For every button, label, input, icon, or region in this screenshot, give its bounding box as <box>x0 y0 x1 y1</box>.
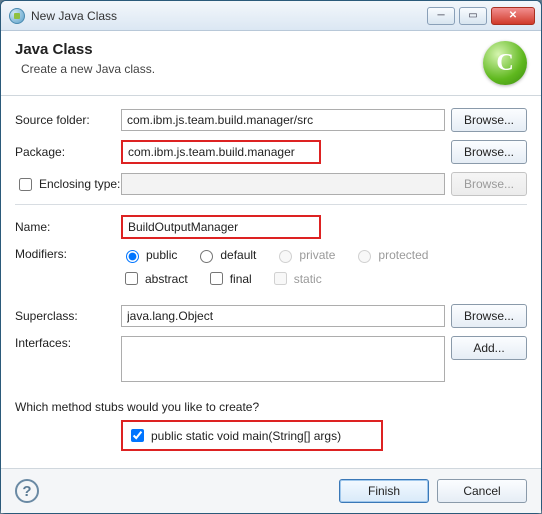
package-input[interactable] <box>121 140 321 164</box>
header-text: Java Class Create a new Java class. <box>15 41 483 76</box>
label-enclosing: Enclosing type: <box>39 177 120 191</box>
label-modifiers: Modifiers: <box>15 247 121 261</box>
titlebar[interactable]: New Java Class ─ ▭ ✕ <box>1 1 541 31</box>
source-folder-input[interactable] <box>121 109 445 131</box>
interfaces-list[interactable] <box>121 336 445 382</box>
label-interfaces: Interfaces: <box>15 336 121 350</box>
enclosing-checkbox[interactable] <box>19 178 32 191</box>
row-package: Package: Browse... <box>15 140 527 164</box>
radio-private-input <box>279 250 292 263</box>
main-stub-label: public static void main(String[] args) <box>151 429 341 443</box>
browse-package-button[interactable]: Browse... <box>451 140 527 164</box>
radio-protected: protected <box>353 247 428 263</box>
row-name: Name: <box>15 215 527 239</box>
check-abstract[interactable]: abstract <box>121 269 188 288</box>
row-modifiers: Modifiers: public default private protec… <box>15 247 527 288</box>
row-superclass: Superclass: Browse... <box>15 304 527 328</box>
row-source-folder: Source folder: Browse... <box>15 108 527 132</box>
check-static: static <box>270 269 322 288</box>
cancel-button[interactable]: Cancel <box>437 479 527 503</box>
dialog-header: Java Class Create a new Java class. C <box>1 31 541 96</box>
radio-default-input[interactable] <box>200 250 213 263</box>
label-source-folder: Source folder: <box>15 113 121 127</box>
header-desc: Create a new Java class. <box>21 62 483 76</box>
radio-public-input[interactable] <box>126 250 139 263</box>
check-final[interactable]: final <box>206 269 252 288</box>
label-name: Name: <box>15 220 121 234</box>
label-package: Package: <box>15 145 121 159</box>
radio-default[interactable]: default <box>195 247 256 263</box>
check-abstract-input[interactable] <box>125 272 138 285</box>
stub-question: Which method stubs would you like to cre… <box>15 400 527 414</box>
window-controls: ─ ▭ ✕ <box>425 7 535 25</box>
row-interfaces: Interfaces: Add... <box>15 336 527 382</box>
radio-public[interactable]: public <box>121 247 177 263</box>
app-icon <box>9 8 25 24</box>
superclass-input[interactable] <box>121 305 445 327</box>
maximize-button[interactable]: ▭ <box>459 7 487 25</box>
browse-source-button[interactable]: Browse... <box>451 108 527 132</box>
add-interface-button[interactable]: Add... <box>451 336 527 360</box>
browse-enclosing-button: Browse... <box>451 172 527 196</box>
main-stub-highlight: public static void main(String[] args) <box>121 420 383 451</box>
minimize-button[interactable]: ─ <box>427 7 455 25</box>
class-icon: C <box>483 41 527 85</box>
radio-private: private <box>274 247 335 263</box>
radio-protected-input <box>358 250 371 263</box>
finish-button[interactable]: Finish <box>339 479 429 503</box>
dialog-content: Source folder: Browse... Package: Browse… <box>1 96 541 468</box>
label-superclass: Superclass: <box>15 309 121 323</box>
window-title: New Java Class <box>31 9 425 23</box>
check-static-input <box>274 272 287 285</box>
name-input[interactable] <box>121 215 321 239</box>
browse-superclass-button[interactable]: Browse... <box>451 304 527 328</box>
row-enclosing: Enclosing type: Browse... <box>15 172 527 196</box>
access-modifiers: public default private protected <box>121 247 527 263</box>
check-main-input[interactable] <box>131 429 144 442</box>
header-title: Java Class <box>15 41 483 58</box>
close-button[interactable]: ✕ <box>491 7 535 25</box>
enclosing-input <box>121 173 445 195</box>
check-main[interactable]: public static void main(String[] args) <box>127 426 341 445</box>
separator <box>15 204 527 205</box>
dialog-window: New Java Class ─ ▭ ✕ Java Class Create a… <box>0 0 542 514</box>
help-icon[interactable]: ? <box>15 479 39 503</box>
flag-modifiers: abstract final static <box>121 269 527 288</box>
check-final-input[interactable] <box>210 272 223 285</box>
dialog-footer: ? Finish Cancel <box>1 468 541 513</box>
